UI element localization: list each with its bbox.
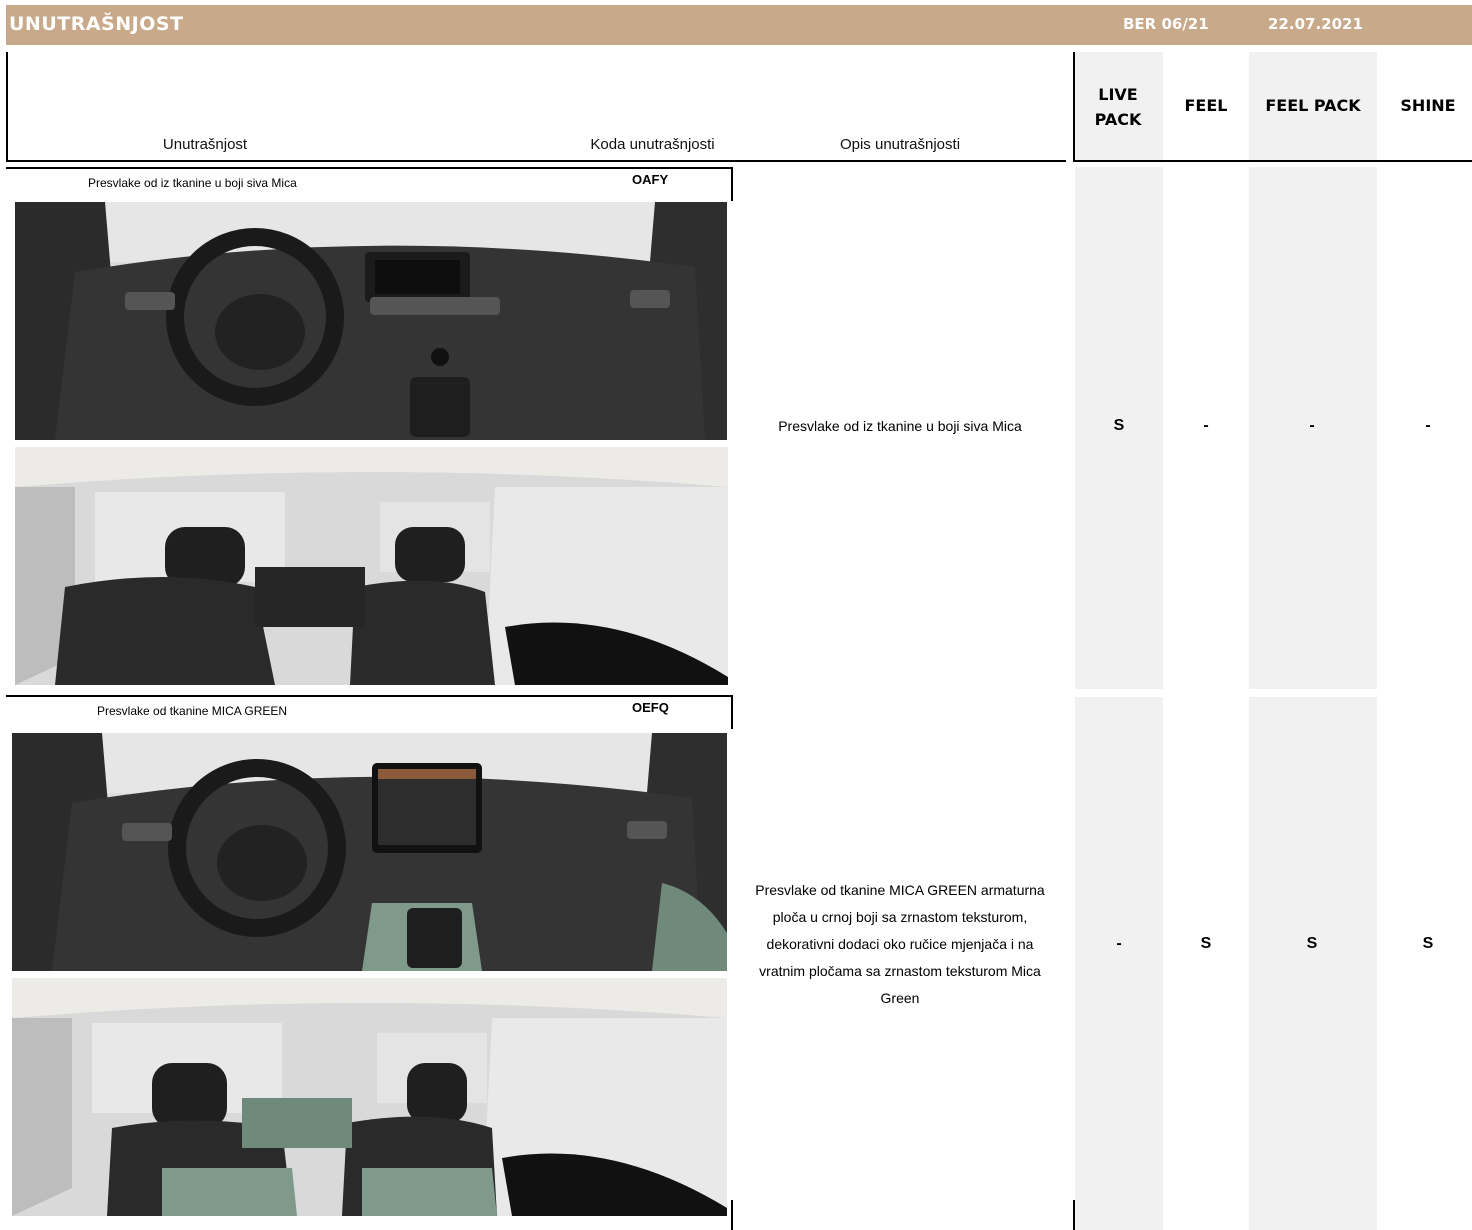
row1-seats-photo [15, 447, 728, 685]
column-header-description: Opis unutrašnjosti [839, 136, 961, 153]
row2-availability-live-pack: - [1116, 935, 1122, 952]
row1-right-border [731, 167, 733, 201]
bottom-tick-left [731, 1200, 733, 1230]
row2-availability-shine: S [1422, 935, 1434, 952]
row2-top-border [6, 695, 733, 697]
grade-column-shade-feel-pack-row2 [1249, 697, 1377, 1230]
grade-header-feel: FEEL [1184, 96, 1228, 115]
row2-availability-feel: S [1200, 935, 1212, 952]
header-left-border [6, 52, 8, 162]
bottom-tick-right [1073, 1200, 1075, 1230]
grade-header-left-border [1073, 52, 1075, 162]
row1-availability-feel: - [1203, 417, 1209, 434]
row1-availability-feel-pack: - [1309, 417, 1315, 434]
row1-dashboard-photo [15, 202, 727, 440]
row2-dashboard-photo [12, 733, 727, 971]
row1-top-border [6, 167, 733, 169]
row2-right-border [731, 695, 733, 729]
row2-interior-label: Presvlake od tkanine MICA GREEN [97, 704, 288, 718]
date-label: 22.07.2021 [1268, 15, 1363, 33]
grade-header-bottom-border [1073, 160, 1472, 162]
row1-interior-code: OAFY [632, 172, 669, 187]
grade-header-live-pack: LIVE PACK [1094, 85, 1142, 129]
grade-header-feel-pack: FEEL PACK [1265, 96, 1361, 115]
row2-availability-feel-pack: S [1306, 935, 1318, 952]
row2-description: Presvlake od tkanine MICA GREEN armaturn… [755, 882, 1045, 1006]
column-header-code: Koda unutrašnjosti [590, 136, 715, 153]
row1-description: Presvlake od iz tkanine u boji siva Mica [778, 418, 1022, 434]
grade-header-shine: SHINE [1400, 96, 1456, 115]
version-label: BER 06/21 [1123, 15, 1209, 33]
row1-availability-live-pack: S [1113, 417, 1125, 434]
row2-seats-photo [12, 978, 727, 1216]
row1-interior-label: Presvlake od iz tkanine u boji siva Mica [88, 176, 297, 190]
header-banner: UNUTRAŠNJOST BER 06/21 22.07.2021 [6, 5, 1472, 45]
page-title: UNUTRAŠNJOST [9, 13, 184, 35]
row2-interior-code: OEFQ [632, 700, 669, 715]
row1-availability-shine: - [1425, 417, 1431, 434]
column-header-interior: Unutrašnjost [162, 136, 248, 153]
header-bottom-border [6, 160, 1066, 162]
grade-column-shade-live-pack-row2 [1075, 697, 1163, 1230]
